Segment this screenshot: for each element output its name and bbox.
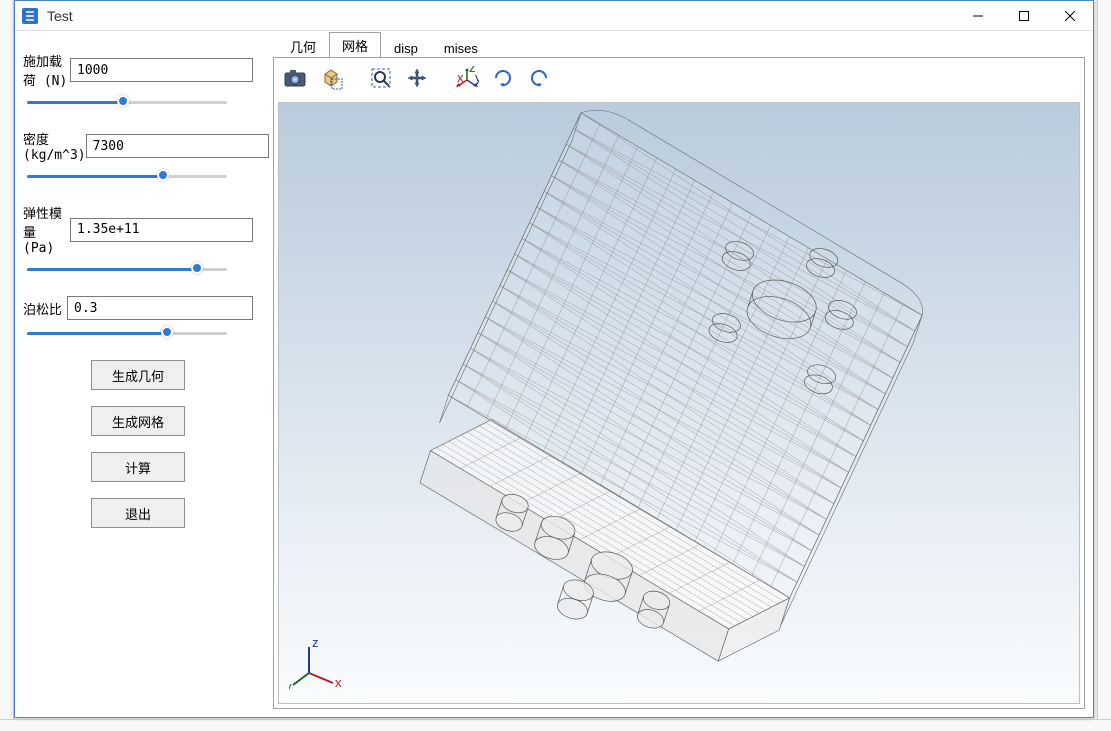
close-button[interactable] [1047, 1, 1093, 31]
sidebar-panel: 施加载荷 (N) 密度 (kg/m^3) 弹性模量 (Pa) [23, 51, 253, 528]
client-area: 施加载荷 (N) 密度 (kg/m^3) 弹性模量 (Pa) [15, 31, 1093, 717]
tab-mesh[interactable]: 网格 [329, 32, 381, 58]
rotate-cw-icon[interactable] [488, 63, 518, 93]
maximize-button[interactable] [1001, 1, 1047, 31]
cube-select-icon[interactable] [316, 63, 346, 93]
param-density: 密度 (kg/m^3) [23, 129, 253, 163]
background-panel-left [0, 0, 14, 731]
generate-mesh-button[interactable]: 生成网格 [91, 406, 185, 436]
param-density-label: 密度 (kg/m^3) [23, 129, 86, 163]
triad-x-label: x [335, 675, 342, 690]
param-poisson-slider[interactable] [27, 324, 227, 342]
param-poisson-input[interactable] [67, 296, 253, 320]
title-bar: Test [15, 1, 1093, 31]
viewport-3d[interactable]: x y z [278, 102, 1080, 704]
param-young: 弹性模量 (Pa) [23, 203, 253, 256]
tab-geometry[interactable]: 几何 [277, 33, 329, 58]
viewport-toolbar: zxy [274, 58, 1084, 98]
rotate-ccw-icon[interactable] [524, 63, 554, 93]
axis-triad: x y z [289, 633, 349, 693]
param-density-input[interactable] [86, 134, 269, 158]
exit-button[interactable]: 退出 [91, 498, 185, 528]
tab-mises[interactable]: mises [431, 37, 491, 58]
tab-panel: zxy [273, 57, 1085, 709]
app-window: Test 施加载荷 (N) 密度 (kg/m^3) [14, 0, 1094, 718]
param-young-slider[interactable] [27, 260, 227, 278]
triad-z-label: z [312, 635, 319, 650]
param-young-input[interactable] [70, 218, 253, 242]
triad-y-label: y [289, 679, 292, 693]
action-buttons: 生成几何 生成网格 计算 退出 [23, 360, 253, 528]
param-load: 施加载荷 (N) [23, 51, 253, 89]
minimize-button[interactable] [955, 1, 1001, 31]
generate-geometry-button[interactable]: 生成几何 [91, 360, 185, 390]
camera-icon[interactable] [280, 63, 310, 93]
param-density-slider[interactable] [27, 167, 227, 185]
tab-disp[interactable]: disp [381, 37, 431, 58]
app-icon [21, 7, 39, 25]
tab-bar: 几何 网格 disp mises [273, 31, 1085, 57]
background-panel-right [1097, 0, 1111, 731]
param-load-slider[interactable] [27, 93, 227, 111]
mesh-render [279, 103, 1079, 703]
zoom-box-icon[interactable] [366, 63, 396, 93]
svg-text:x: x [457, 70, 464, 85]
param-poisson: 泊松比 [23, 296, 253, 320]
param-poisson-label: 泊松比 [23, 299, 67, 318]
compute-button[interactable]: 计算 [91, 452, 185, 482]
axes-icon[interactable]: zxy [452, 63, 482, 93]
param-load-label: 施加载荷 (N) [23, 51, 70, 89]
param-young-label: 弹性模量 (Pa) [23, 203, 70, 256]
svg-text:y: y [475, 70, 479, 85]
main-area: 几何 网格 disp mises [273, 31, 1085, 709]
window-title: Test [47, 8, 955, 24]
background-panel-bottom [0, 719, 1111, 731]
param-load-input[interactable] [70, 58, 253, 82]
pan-icon[interactable] [402, 63, 432, 93]
